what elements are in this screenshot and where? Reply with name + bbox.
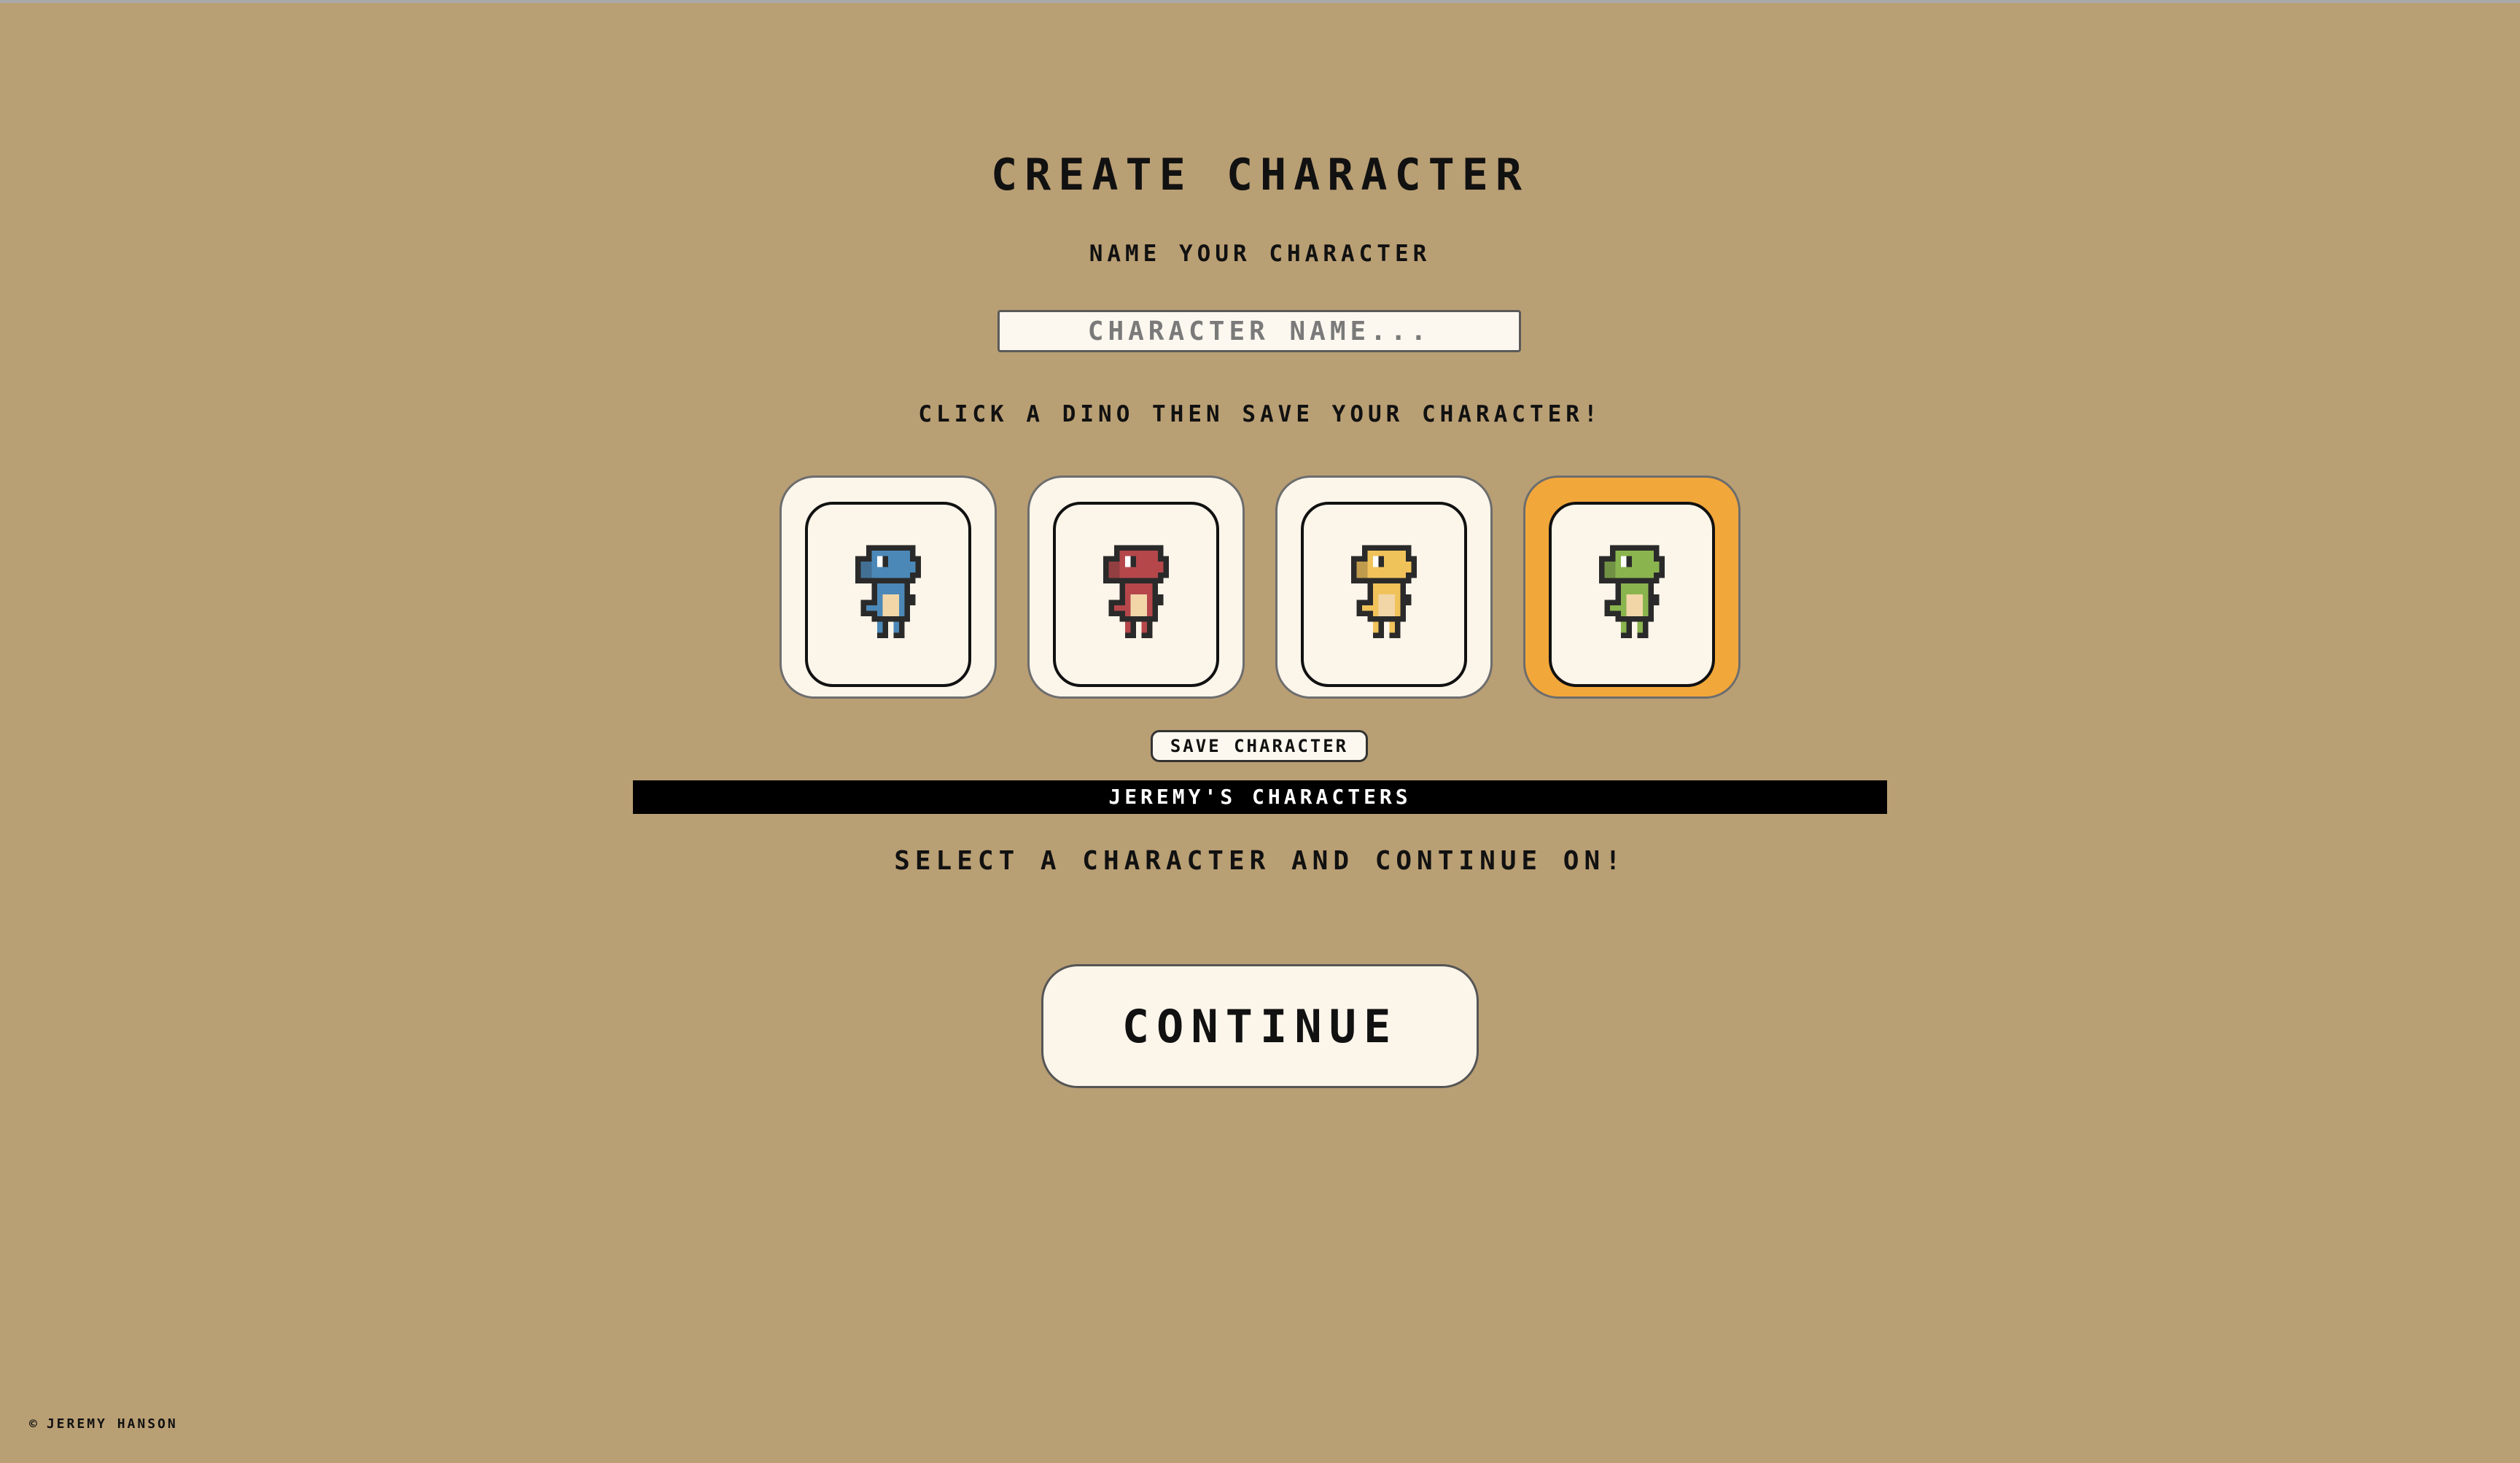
page-title: CREATE CHARACTER	[991, 150, 1529, 201]
red-dino-icon	[1092, 540, 1180, 649]
save-character-button[interactable]: SAVE CHARACTER	[1151, 730, 1368, 762]
dino-card-3[interactable]	[1275, 476, 1493, 699]
blue-dino-icon	[844, 540, 932, 649]
dino-frame	[805, 502, 971, 687]
author-name: JEREMY HANSON	[46, 1416, 178, 1432]
dino-frame	[1549, 502, 1715, 687]
select-prompt: SELECT A CHARACTER AND CONTINUE ON!	[894, 846, 1626, 876]
dino-frame	[1301, 502, 1467, 687]
continue-button[interactable]: CONTINUE	[1041, 964, 1479, 1088]
dino-card-1[interactable]	[779, 476, 997, 699]
yellow-dino-icon	[1340, 540, 1428, 649]
footer-credit: © JEREMY HANSON	[29, 1416, 178, 1432]
green-dino-icon	[1588, 540, 1676, 649]
character-name-input[interactable]	[998, 310, 1521, 352]
dino-card-4[interactable]	[1523, 476, 1741, 699]
instruction-text: CLICK A DINO THEN SAVE YOUR CHARACTER!	[918, 401, 1602, 427]
characters-list-header: JEREMY'S CHARACTERS	[633, 780, 1887, 814]
dino-frame	[1053, 502, 1219, 687]
dino-card-2[interactable]	[1027, 476, 1245, 699]
copyright-icon: ©	[29, 1416, 39, 1432]
name-prompt: NAME YOUR CHARACTER	[1089, 241, 1431, 267]
top-border	[0, 0, 2520, 3]
